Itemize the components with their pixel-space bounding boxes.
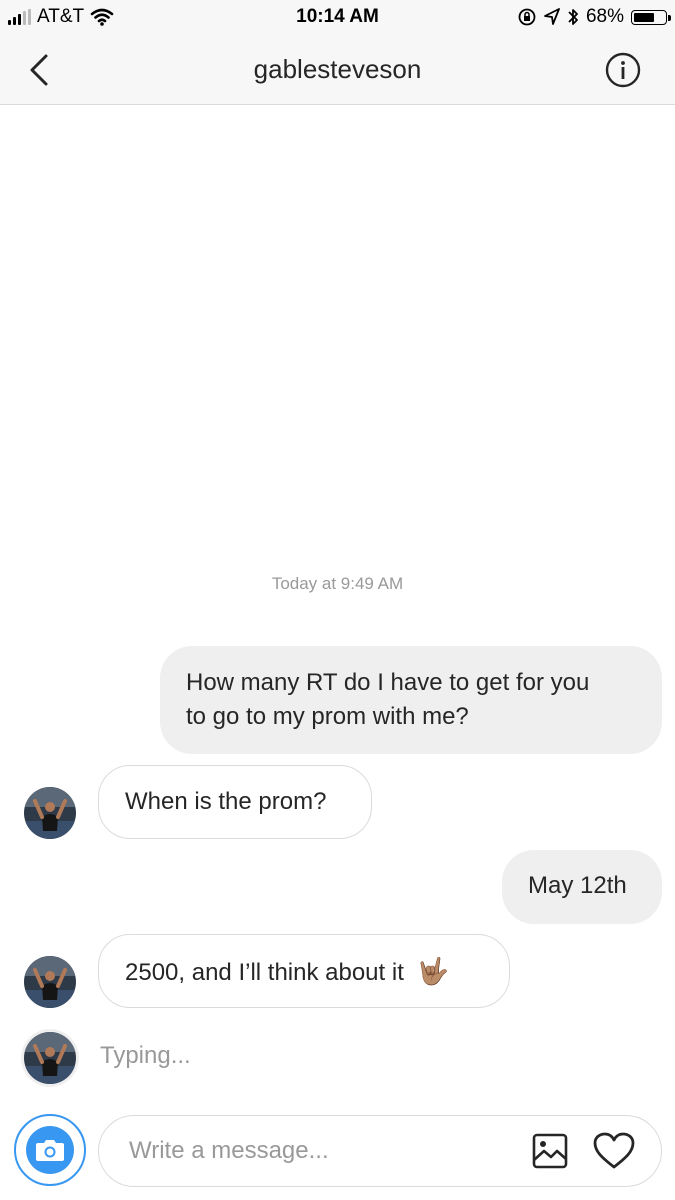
image-icon	[532, 1133, 568, 1169]
conversation-title[interactable]: gablesteveson	[0, 54, 675, 85]
avatar[interactable]	[24, 956, 76, 1008]
message-text-line: How many RT do I have to get for you	[186, 669, 590, 696]
info-button[interactable]	[605, 52, 641, 88]
outgoing-message[interactable]: How many RT do I have to get for you to …	[160, 646, 662, 754]
message-text: 2500, and I’ll think about it	[125, 959, 404, 986]
message-timestamp: Today at 9:49 AM	[271, 574, 404, 593]
avatar	[24, 1032, 76, 1084]
heart-icon	[593, 1132, 635, 1169]
camera-icon	[36, 1140, 64, 1161]
battery-percent: 68%	[585, 6, 624, 27]
message-input-placeholder: Write a message...	[129, 1137, 329, 1164]
outgoing-message[interactable]: May 12th	[502, 850, 662, 924]
bluetooth-icon	[568, 9, 578, 25]
message-text: May 12th	[528, 872, 627, 899]
avatar[interactable]	[24, 787, 76, 839]
gallery-button[interactable]	[531, 1132, 569, 1175]
camera-button[interactable]	[14, 1114, 86, 1186]
rotation-lock-icon	[518, 8, 536, 26]
battery-icon	[631, 9, 671, 25]
message-text-line: to go to my prom with me?	[186, 703, 469, 730]
incoming-message[interactable]: When is the prom?	[98, 765, 372, 839]
info-icon	[605, 52, 641, 88]
conversation-header: gablesteveson	[0, 36, 675, 105]
like-button[interactable]	[593, 1132, 635, 1175]
location-icon	[544, 8, 560, 25]
incoming-message[interactable]: 2500, and I’ll think about it 🤟🏽	[98, 934, 510, 1008]
status-bar: AT&T 10:14 AM 68%	[0, 0, 675, 36]
message-text: When is the prom?	[125, 788, 327, 815]
typing-indicator: Typing...	[100, 1042, 191, 1069]
message-input[interactable]: Write a message...	[98, 1115, 662, 1187]
rock-on-emoji: 🤟🏽	[416, 956, 449, 986]
